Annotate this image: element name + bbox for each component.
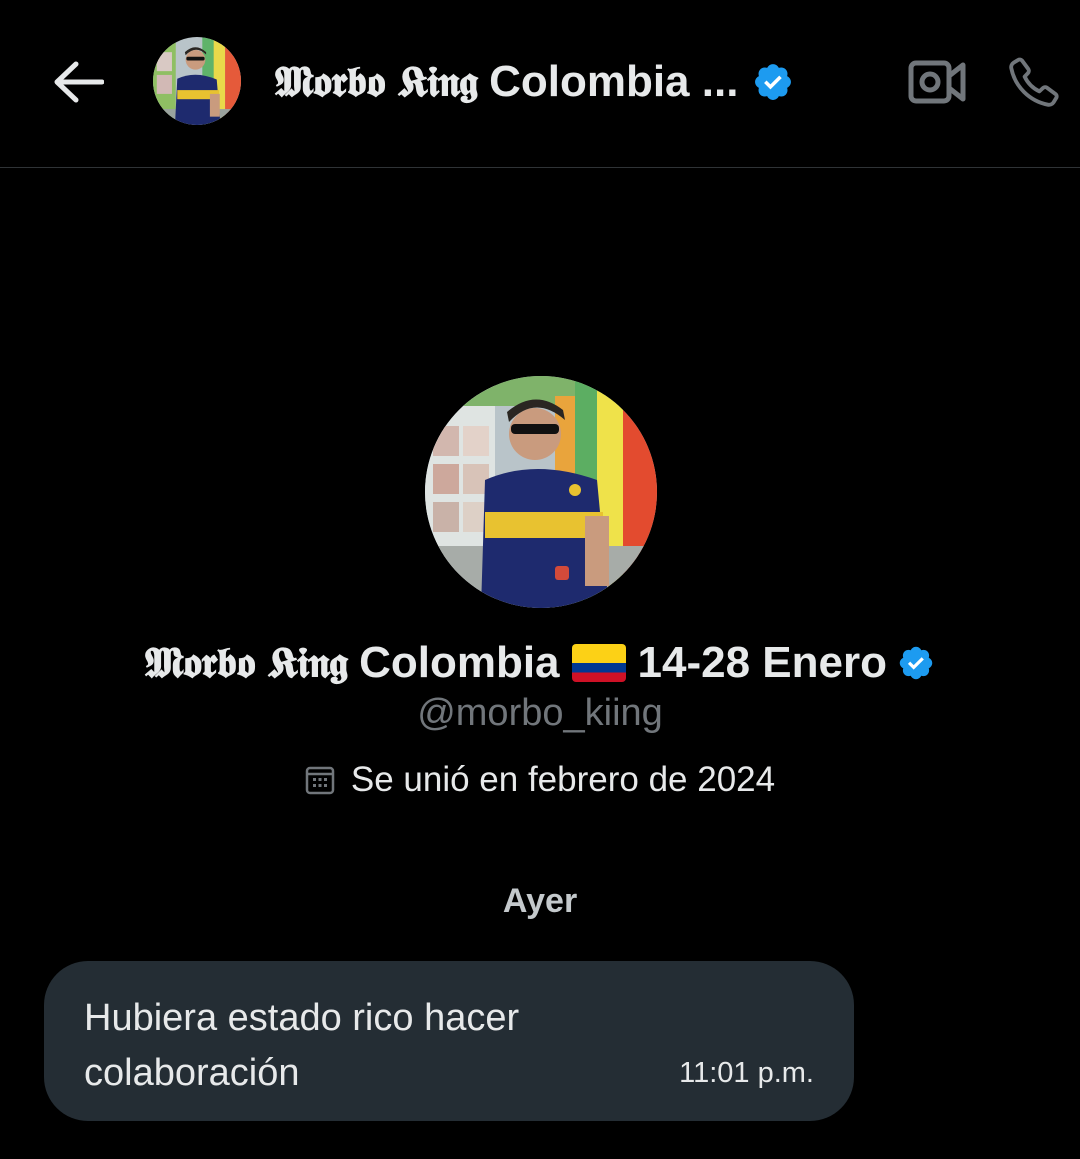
voice-call-button[interactable] bbox=[1000, 48, 1070, 114]
profile-avatar[interactable] bbox=[425, 376, 657, 608]
display-name-dates: 14-28 Enero bbox=[637, 638, 887, 687]
colombia-flag-icon bbox=[571, 644, 626, 682]
video-camera-icon bbox=[908, 60, 966, 104]
display-name-rest: Colombia bbox=[359, 638, 560, 687]
profile-display-name[interactable]: 𝕸𝖔𝖗𝖇𝖔 𝕶𝖎𝖓𝖌 Colombia 14-28 Enero bbox=[0, 632, 1080, 694]
profile-handle[interactable]: @morbo_kiing bbox=[0, 692, 1080, 735]
day-separator: Ayer bbox=[502, 882, 578, 920]
avatar-photo bbox=[425, 376, 657, 608]
back-button[interactable] bbox=[46, 50, 110, 114]
conversation-title[interactable]: 𝕸𝖔𝖗𝖇𝖔 𝕶𝖎𝖓𝖌 Colombia ... bbox=[275, 52, 794, 112]
display-name-stylized: 𝕸𝖔𝖗𝖇𝖔 𝕶𝖎𝖓𝖌 bbox=[275, 57, 478, 106]
arrow-left-icon bbox=[54, 61, 104, 103]
video-call-button[interactable] bbox=[902, 50, 972, 114]
verified-badge-icon bbox=[755, 64, 792, 100]
joined-date: Se unió en febrero de 2024 bbox=[0, 760, 1080, 800]
conversation-header: 𝕸𝖔𝖗𝖇𝖔 𝕶𝖎𝖓𝖌 Colombia ... bbox=[0, 0, 1080, 168]
message-timestamp: 11:01 p.m. bbox=[679, 1057, 814, 1089]
display-name-stylized: 𝕸𝖔𝖗𝖇𝖔 𝕶𝖎𝖓𝖌 bbox=[145, 638, 348, 687]
message-text: Hubiera estado rico hacer colaboración bbox=[84, 997, 520, 1094]
avatar-photo bbox=[153, 37, 241, 125]
received-message-bubble[interactable]: Hubiera estado rico hacer colaboración 1… bbox=[44, 961, 854, 1121]
calendar-icon bbox=[305, 766, 335, 795]
phone-icon bbox=[1009, 57, 1059, 107]
joined-date-text: Se unió en febrero de 2024 bbox=[350, 760, 776, 799]
header-avatar[interactable] bbox=[153, 37, 241, 125]
dm-conversation-screen: 𝕸𝖔𝖗𝖇𝖔 𝕶𝖎𝖓𝖌 Colombia ... 𝕸𝖔𝖗𝖇𝖔 𝕶𝖎𝖓𝖌 Colom… bbox=[0, 0, 1080, 1159]
display-name-rest: Colombia ... bbox=[489, 57, 739, 106]
verified-badge-icon bbox=[899, 646, 933, 680]
